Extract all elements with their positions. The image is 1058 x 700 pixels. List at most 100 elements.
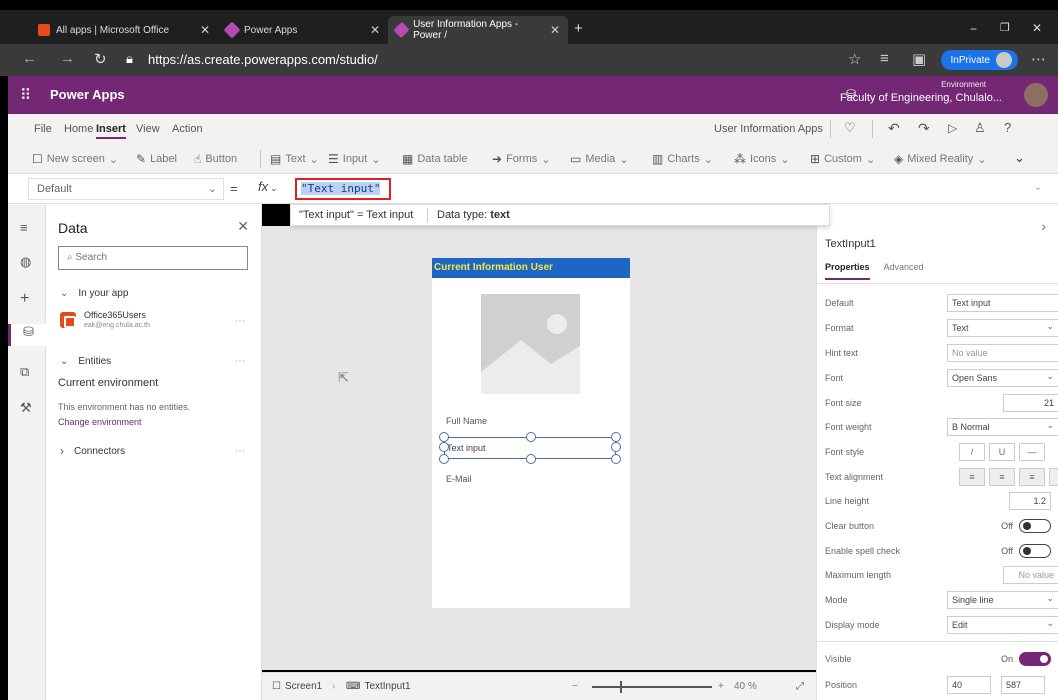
entities-section[interactable]: ⌄ Entities [60,356,111,367]
resize-handle[interactable] [611,454,621,464]
chevron-down-icon[interactable]: ⌄ [1034,182,1042,193]
display-mode-dropdown[interactable]: Edit ⌄ [947,616,1058,634]
slider-handle[interactable] [620,681,622,693]
inprivate-badge[interactable]: InPrivate [940,50,1018,70]
close-icon[interactable]: ✕ [200,23,210,37]
hamburger-icon[interactable]: ≡ [20,220,28,235]
forward-icon[interactable]: → [60,50,75,67]
advanced-tools-icon[interactable]: ⚒ [20,400,32,416]
italic-button[interactable]: / [959,443,985,461]
layers-icon[interactable]: ◍ [20,254,31,270]
search-input[interactable]: ⌕ Search [58,246,248,270]
toggle-switch[interactable] [1019,544,1051,558]
app-checker-icon[interactable]: ♡ [844,120,856,136]
custom-button[interactable]: ⊞ Custom ⌄ [810,152,875,166]
resize-handle[interactable] [526,454,536,464]
font-size-input[interactable]: 21 [1003,394,1058,412]
property-selector[interactable]: Default ⌄ [28,178,224,200]
play-icon[interactable]: ▷ [948,121,957,135]
fx-icon[interactable]: fx ⌄ [258,179,278,194]
browser-tab-office[interactable]: All apps | Microsoft Office ✕ [30,16,218,44]
email-label[interactable]: E-Mail [446,474,472,484]
in-your-app-section[interactable]: ⌄ In your app [60,288,128,299]
image-placeholder[interactable] [481,294,580,394]
resize-handle[interactable] [439,432,449,442]
user-avatar[interactable] [1024,83,1048,107]
new-screen-button[interactable]: ☐ New screen ⌄ [32,152,118,166]
max-length-input[interactable]: No value [1003,566,1058,584]
more-icon[interactable]: ⋯ [1031,50,1046,68]
menu-file[interactable]: File [34,123,52,135]
hint-text-input[interactable]: No value [947,344,1058,362]
charts-button[interactable]: ▥ Charts ⌄ [652,152,713,166]
insert-icon[interactable]: + [20,290,29,308]
fit-to-window-icon[interactable]: ⤢ [796,681,804,692]
minimize-icon[interactable]: − [970,22,977,36]
more-icon[interactable]: ⋯ [235,316,245,327]
data-source-name[interactable]: Office365Users [84,310,146,320]
close-icon[interactable]: ✕ [370,23,380,37]
menu-home[interactable]: Home [64,123,93,135]
browser-tab-powerapps[interactable]: Power Apps ✕ [218,16,388,44]
change-environment-link[interactable]: Change environment [58,417,142,427]
align-right-icon[interactable]: ≡ [1019,468,1045,486]
strikethrough-button[interactable]: — [1019,443,1045,461]
more-icon[interactable]: ⋯ [235,446,245,457]
close-window-icon[interactable]: ✕ [1032,21,1042,35]
spell-check-toggle[interactable]: Off [1001,544,1051,558]
help-icon[interactable]: ? [1004,120,1011,135]
default-input[interactable]: Text input [947,294,1058,312]
input-button[interactable]: ☰ Input ⌄ [328,152,380,166]
close-icon[interactable]: ✕ [550,23,560,37]
resize-handle[interactable] [526,432,536,442]
waffle-icon[interactable]: ⠿ [20,86,31,104]
mixed-reality-button[interactable]: ◈ Mixed Reality ⌄ [894,152,986,166]
data-table-button[interactable]: ▦ Data table [402,152,468,166]
maximize-icon[interactable]: ❐ [1000,21,1010,34]
full-name-label[interactable]: Full Name [446,416,487,426]
line-height-input[interactable]: 1.2 [1009,492,1051,510]
tab-properties[interactable]: Properties [825,262,870,280]
font-weight-dropdown[interactable]: B Normal ⌄ [947,418,1058,436]
mode-dropdown[interactable]: Single line ⌄ [947,591,1058,609]
position-x-input[interactable]: 40 [947,676,991,694]
share-icon[interactable]: ♙ [974,120,986,136]
tab-advanced[interactable]: Advanced [884,262,924,280]
resize-handle[interactable] [439,442,449,452]
connectors-section[interactable]: › Connectors [60,444,125,458]
menu-view[interactable]: View [136,123,160,135]
zoom-in-button[interactable]: + [718,681,724,692]
chevron-right-icon[interactable]: › [1041,218,1046,234]
app-screen[interactable]: Current Information User Full Name Text … [432,258,630,608]
position-y-input[interactable]: 587 [1001,676,1045,694]
underline-button[interactable]: U [989,443,1015,461]
zoom-slider[interactable] [592,681,712,693]
favorite-icon[interactable]: ☆ [848,50,861,68]
menu-action[interactable]: Action [172,123,203,135]
chevron-down-icon[interactable]: ⌄ [1014,150,1025,166]
back-icon[interactable]: ← [22,50,37,67]
new-tab-icon[interactable]: + [574,20,583,37]
undo-icon[interactable]: ↶ [888,120,900,137]
breadcrumb-control[interactable]: ⌨ TextInput1 [346,681,411,692]
url-field[interactable]: https://as.create.powerapps.com/studio/ [148,52,378,67]
screen-header-label[interactable]: Current Information User [432,258,630,278]
favorites-list-icon[interactable]: ≡ [880,50,889,67]
zoom-out-button[interactable]: − [572,681,578,692]
collections-icon[interactable]: ▣ [912,50,926,68]
align-center-icon[interactable]: ≡ [989,468,1015,486]
label-button[interactable]: ✎ Label [136,152,177,166]
toggle-switch[interactable] [1019,652,1051,666]
toggle-switch[interactable] [1019,519,1051,533]
icons-button[interactable]: ⁂ Icons ⌄ [734,152,790,166]
menu-insert[interactable]: Insert [96,123,126,139]
visible-toggle[interactable]: On [1001,652,1051,666]
forms-button[interactable]: ➜ Forms ⌄ [492,152,550,166]
environment-value[interactable]: Faculty of Engineering, Chulalo... [840,92,1002,104]
formula-input[interactable]: "Text input" [295,178,391,200]
format-dropdown[interactable]: Text ⌄ [947,319,1058,337]
font-dropdown[interactable]: Open Sans ⌄ [947,369,1058,387]
breadcrumb-screen[interactable]: ☐ Screen1 [272,681,322,692]
clear-button-toggle[interactable]: Off [1001,519,1051,533]
refresh-icon[interactable]: ↻ [94,50,107,68]
